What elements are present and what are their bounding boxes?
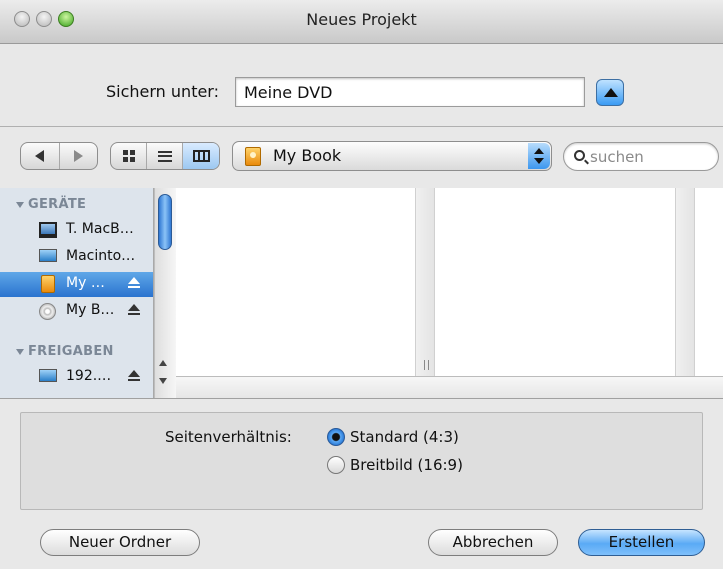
sidebar-item-label: My …: [66, 275, 105, 291]
location-popup[interactable]: My Book: [232, 141, 552, 171]
search-placeholder: suchen: [590, 148, 644, 166]
browser-column[interactable]: [176, 188, 416, 376]
radio-widescreen[interactable]: [327, 456, 345, 474]
divider: [0, 398, 723, 399]
sidebar-section-header: GERÄTE: [16, 197, 86, 212]
sidebar-item-label: Macinto…: [66, 248, 136, 264]
list-view-button[interactable]: [147, 143, 183, 169]
disc-icon: [39, 303, 56, 320]
external-drive-icon: [41, 275, 55, 293]
save-as-field[interactable]: [235, 77, 585, 107]
sidebar-item-label: My B…: [66, 302, 115, 318]
radio-standard-label[interactable]: Standard (4:3): [350, 428, 459, 446]
icon-view-button[interactable]: [111, 143, 147, 169]
eject-icon[interactable]: [128, 370, 140, 384]
back-button[interactable]: [21, 143, 60, 169]
eject-icon[interactable]: [128, 304, 140, 318]
scroll-up-arrow-icon[interactable]: [159, 360, 167, 366]
column-divider[interactable]: [675, 188, 695, 376]
disclosure-triangle-icon[interactable]: [16, 201, 24, 208]
search-icon: [574, 150, 585, 161]
new-folder-button[interactable]: Neuer Ordner: [40, 529, 200, 556]
popup-arrows-icon: [528, 143, 550, 169]
sidebar: GERÄTE T. MacB… Macinto… My … My B… FREI…: [0, 188, 154, 398]
column-view-icon: [192, 150, 210, 162]
window-title: Neues Projekt: [306, 10, 417, 29]
scroll-down-arrow-icon[interactable]: [159, 378, 167, 384]
create-button[interactable]: Erstellen: [578, 529, 705, 556]
sidebar-item-label: 192.…: [66, 368, 112, 384]
back-forward-control: [20, 142, 98, 170]
network-computer-icon: [39, 369, 57, 382]
column-view-button[interactable]: [183, 143, 219, 169]
save-as-label: Sichern unter:: [106, 82, 219, 101]
eject-icon[interactable]: [128, 277, 140, 291]
sidebar-section-header: FREIGABEN: [16, 344, 114, 359]
hard-drive-icon: [39, 249, 57, 262]
title-bar: Neues Projekt: [0, 0, 723, 44]
radio-widescreen-label[interactable]: Breitbild (16:9): [350, 456, 463, 474]
aspect-ratio-label: Seitenverhältnis:: [165, 428, 292, 446]
column-divider[interactable]: [415, 188, 435, 376]
divider: [0, 126, 723, 127]
external-drive-icon: [245, 147, 261, 166]
sidebar-item-macintosh-hd[interactable]: Macinto…: [0, 245, 153, 270]
sidebar-item-my-book[interactable]: My …: [0, 272, 153, 297]
laptop-icon: [39, 222, 57, 238]
icon-view-icon: [122, 150, 135, 162]
disclosure-triangle-icon[interactable]: [16, 348, 24, 355]
view-mode-control: [110, 142, 220, 170]
list-view-icon: [157, 150, 172, 162]
search-field[interactable]: suchen: [563, 142, 719, 171]
sidebar-item-macbook[interactable]: T. MacB…: [0, 218, 153, 243]
forward-button[interactable]: [60, 143, 98, 169]
cancel-button[interactable]: Abbrechen: [428, 529, 558, 556]
sidebar-item-label: T. MacB…: [66, 221, 134, 237]
radio-standard[interactable]: [327, 428, 345, 446]
sidebar-item-my-book-disc[interactable]: My B…: [0, 299, 153, 324]
collapse-toggle-button[interactable]: [596, 79, 624, 106]
sidebar-scroll-thumb[interactable]: [158, 194, 172, 250]
browser-column[interactable]: [695, 188, 723, 376]
horizontal-scrollbar[interactable]: [176, 376, 723, 398]
location-label: My Book: [273, 146, 342, 165]
column-resize-handle[interactable]: [424, 360, 429, 370]
browser-column[interactable]: [435, 188, 675, 376]
sidebar-item-network-share[interactable]: 192.…: [0, 365, 153, 390]
